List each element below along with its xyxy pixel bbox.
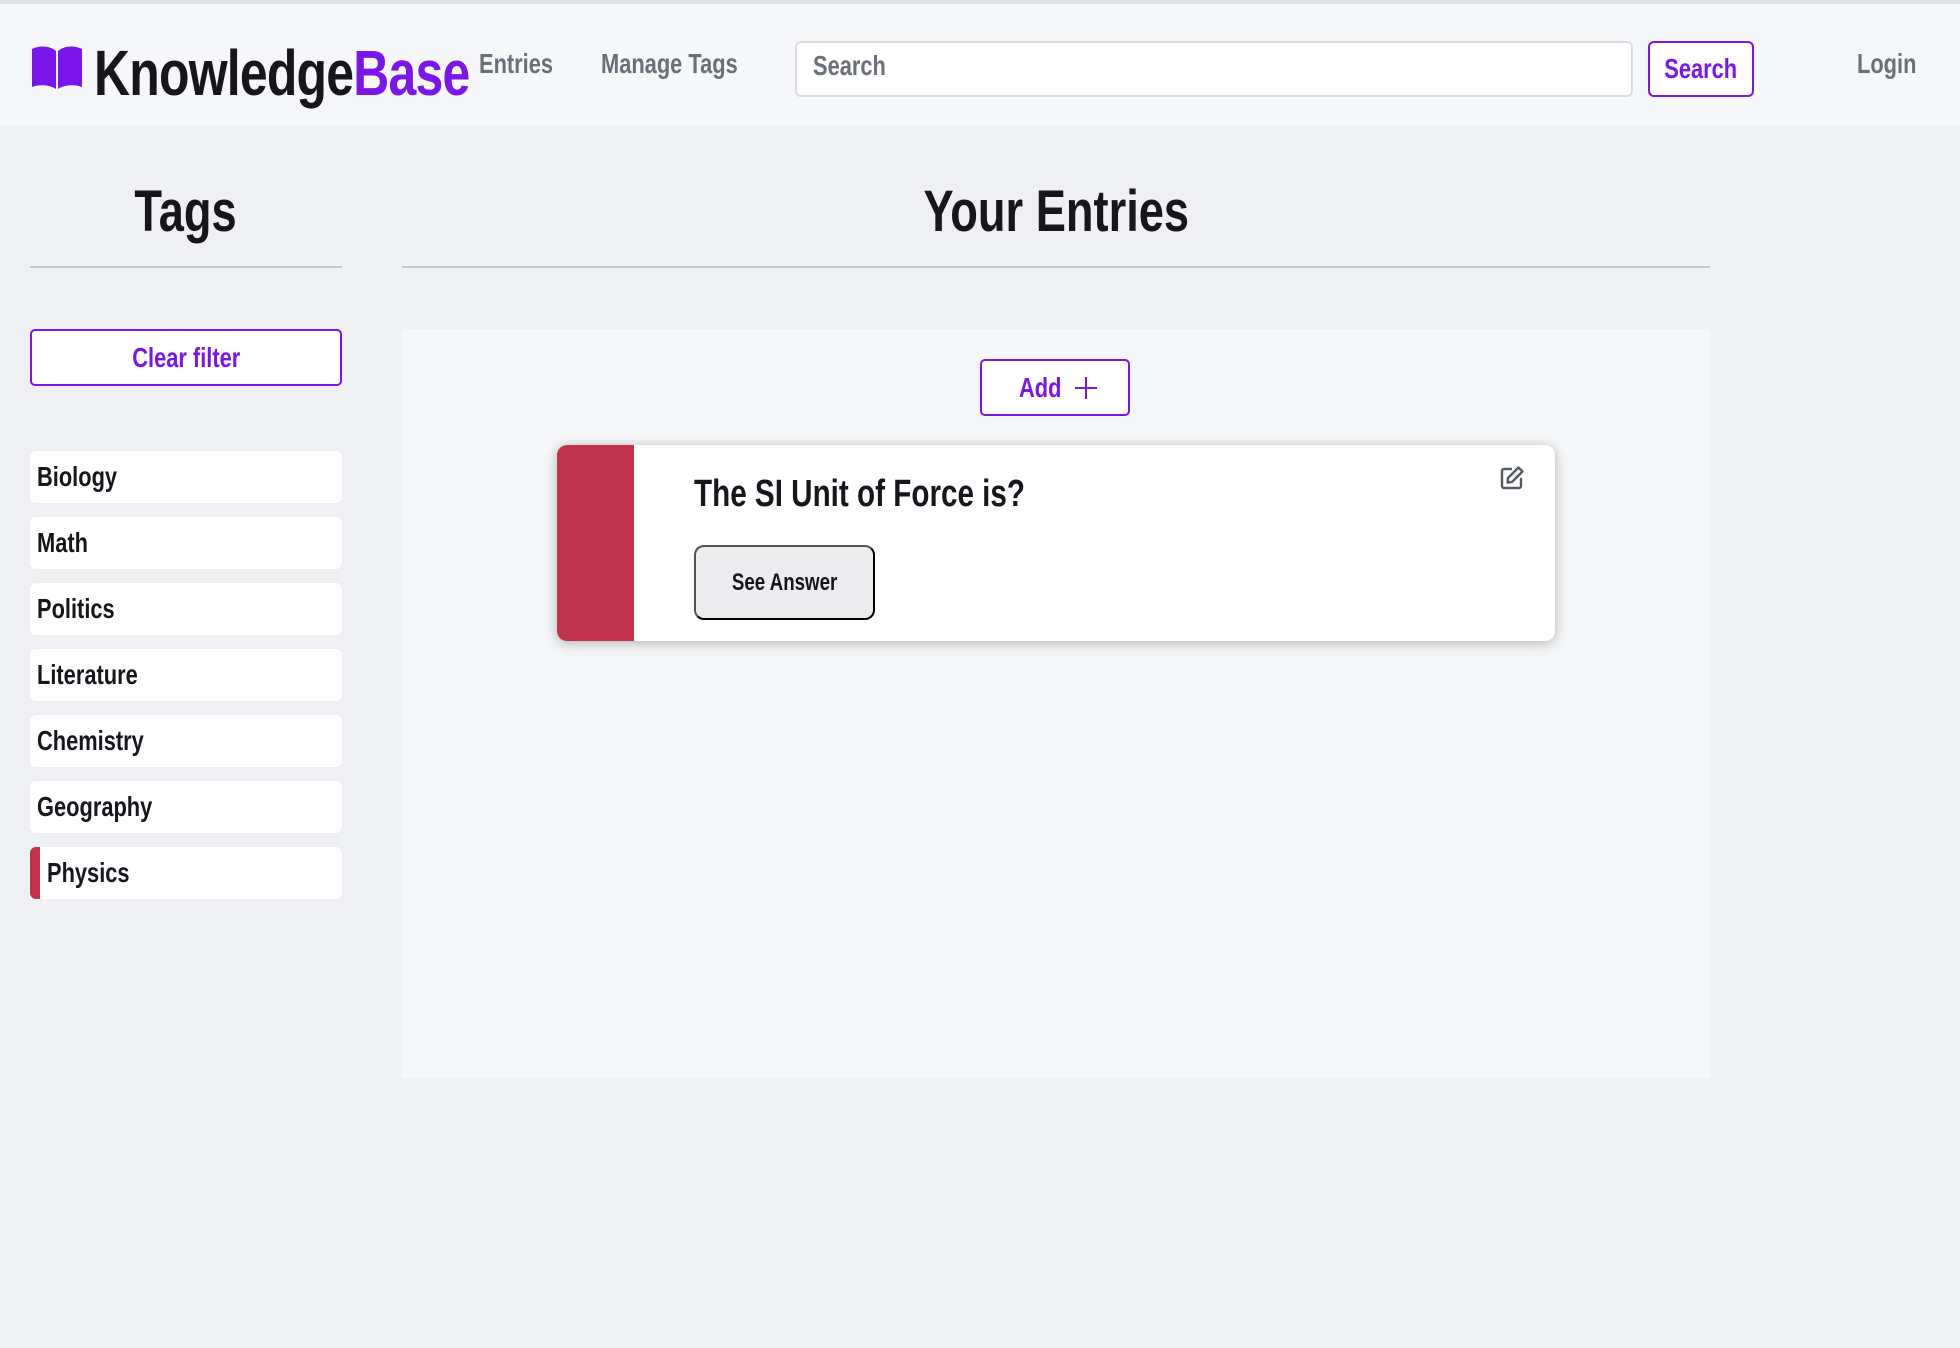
entries-divider xyxy=(402,266,1710,268)
brand-logo[interactable]: KnowledgeBase xyxy=(30,34,470,109)
tag-item-politics[interactable]: Politics xyxy=(30,583,342,635)
tag-label: Physics xyxy=(47,857,130,888)
add-entry-button[interactable]: Add xyxy=(980,359,1130,416)
tag-item-literature[interactable]: Literature xyxy=(30,649,342,701)
tag-label: Literature xyxy=(37,659,138,690)
tags-divider xyxy=(30,266,342,268)
entry-tag-stripe xyxy=(557,445,634,641)
tag-item-biology[interactable]: Biology xyxy=(30,451,342,503)
search-input[interactable] xyxy=(795,41,1633,97)
page-title: Your Entries xyxy=(923,179,1189,244)
entry-question: The SI Unit of Force is? xyxy=(694,473,1026,515)
entry-card: The SI Unit of Force is? See Answer xyxy=(557,445,1555,641)
entries-panel xyxy=(402,329,1710,1078)
tag-item-chemistry[interactable]: Chemistry xyxy=(30,715,342,767)
tag-label: Math xyxy=(37,527,88,558)
clear-filter-button[interactable]: Clear filter xyxy=(30,329,342,386)
search-button-label: Search xyxy=(1664,53,1738,84)
clear-filter-label: Clear filter xyxy=(131,341,241,373)
tag-item-geography[interactable]: Geography xyxy=(30,781,342,833)
tag-item-physics[interactable]: Physics xyxy=(30,847,342,899)
search-button[interactable]: Search xyxy=(1648,41,1754,97)
brand-name: KnowledgeBase xyxy=(94,37,470,109)
nav-entries-link[interactable]: Entries xyxy=(479,48,553,80)
edit-icon[interactable] xyxy=(1499,465,1525,491)
plus-icon xyxy=(1075,376,1098,399)
login-link[interactable]: Login xyxy=(1857,48,1916,80)
tag-list: Biology Math Politics Literature Chemist… xyxy=(30,451,342,913)
see-answer-button[interactable]: See Answer xyxy=(694,545,875,620)
tag-color-indicator xyxy=(30,847,40,899)
top-navbar: KnowledgeBase Entries Manage Tags Search… xyxy=(0,4,1960,126)
book-icon xyxy=(32,46,82,89)
tag-label: Chemistry xyxy=(37,725,144,756)
tags-heading: Tags xyxy=(134,179,238,244)
tag-label: Geography xyxy=(37,791,153,822)
tag-label: Politics xyxy=(37,593,115,624)
see-answer-label: See Answer xyxy=(731,568,838,596)
add-entry-label: Add xyxy=(1018,371,1062,403)
nav-manage-tags-link[interactable]: Manage Tags xyxy=(601,48,738,80)
tag-label: Biology xyxy=(37,461,118,492)
tag-item-math[interactable]: Math xyxy=(30,517,342,569)
